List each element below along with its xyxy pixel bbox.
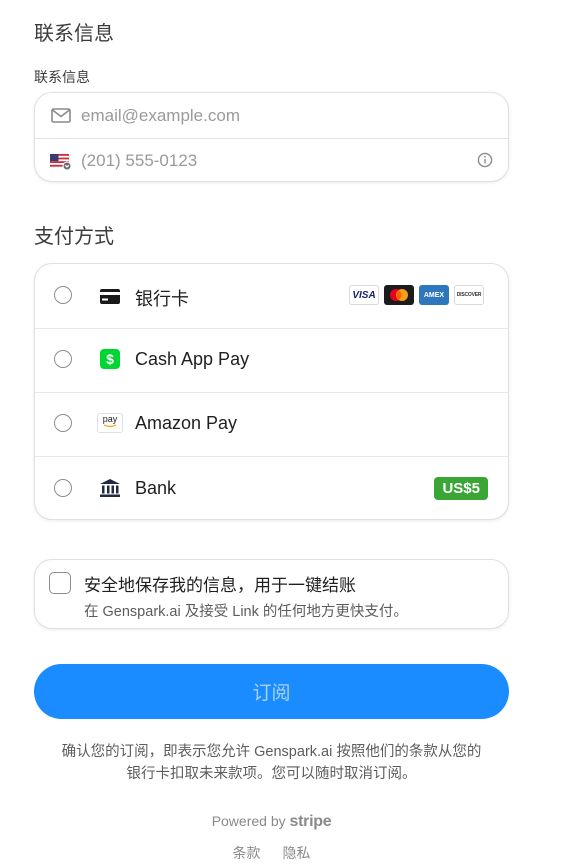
amazon-pay-radio[interactable] — [54, 414, 72, 432]
email-row — [35, 93, 508, 139]
checkout-page: 联系信息 联系信息 email@example.com (201) 555-01… — [0, 0, 579, 865]
payment-methods-box: 银行卡 VISA AMEX DISCOVER $ Cash App Pay pa… — [34, 263, 509, 520]
bank-label: Bank — [135, 478, 177, 498]
cash-app-label: Cash App Pay — [135, 349, 250, 369]
card-radio[interactable] — [54, 286, 72, 304]
discover-logo: DISCOVER — [454, 285, 484, 305]
visa-logo: VISA — [349, 285, 379, 305]
footer-links: 条款 隐私 — [0, 843, 543, 863]
amex-logo-text: AMEX — [423, 291, 445, 299]
save-info-box[interactable]: 安全地保存我的信息，用于一键结账 在 Genspark.ai 及接受 Link … — [34, 559, 509, 629]
cash-app-icon: $ — [99, 348, 121, 370]
consent-line-1: 确认您的订阅，即表示您允许 Genspark.ai 按照他们的条款从您的 — [61, 744, 482, 760]
bank-discount-badge: US$5 — [434, 477, 488, 500]
discover-logo-text: DISCOVER — [456, 292, 482, 298]
payment-option-amazon-pay[interactable]: pay Amazon Pay — [35, 392, 508, 457]
contact-heading: 联系信息 — [34, 23, 114, 45]
payment-option-card[interactable]: 银行卡 VISA AMEX DISCOVER — [35, 264, 508, 329]
payment-option-bank[interactable]: Bank US$5 — [35, 456, 508, 519]
payment-option-cash-app[interactable]: $ Cash App Pay — [35, 328, 508, 393]
powered-by[interactable]: Powered by stripe — [0, 813, 543, 831]
save-info-checkbox[interactable] — [49, 572, 71, 594]
contact-field-label: 联系信息 — [34, 69, 90, 85]
subscribe-button[interactable]: 订阅 — [34, 664, 509, 719]
card-brands: VISA AMEX DISCOVER — [349, 285, 484, 305]
privacy-link[interactable]: 隐私 — [282, 845, 310, 861]
phone-row — [35, 138, 508, 181]
powered-by-text: Powered by — [211, 813, 286, 829]
phone-input[interactable] — [81, 150, 461, 171]
card-label: 银行卡 — [135, 289, 189, 309]
bank-radio[interactable] — [54, 479, 72, 497]
contact-box — [34, 92, 509, 182]
cash-app-radio[interactable] — [54, 350, 72, 368]
payment-heading: 支付方式 — [34, 226, 114, 248]
visa-logo-text: VISA — [352, 289, 376, 301]
us-flag-icon[interactable] — [49, 152, 73, 170]
card-icon — [99, 285, 121, 307]
email-input[interactable] — [81, 105, 461, 126]
terms-link[interactable]: 条款 — [233, 845, 261, 861]
mail-icon — [49, 107, 73, 125]
info-icon[interactable] — [477, 152, 493, 168]
amex-logo: AMEX — [419, 285, 449, 305]
mastercard-logo — [384, 285, 414, 305]
save-info-subtitle: 在 Genspark.ai 及接受 Link 的任何地方更快支付。 — [84, 604, 408, 620]
bank-icon — [99, 477, 121, 499]
amazon-pay-icon: pay — [97, 412, 123, 434]
save-info-title: 安全地保存我的信息，用于一键结账 — [84, 576, 356, 595]
consent-text: 确认您的订阅，即表示您允许 Genspark.ai 按照他们的条款从您的 银行卡… — [34, 741, 509, 785]
amazon-pay-label: Amazon Pay — [135, 413, 238, 433]
consent-line-2: 银行卡扣取未来款项。您可以随时取消订阅。 — [126, 766, 417, 782]
stripe-logo: stripe — [289, 813, 332, 830]
